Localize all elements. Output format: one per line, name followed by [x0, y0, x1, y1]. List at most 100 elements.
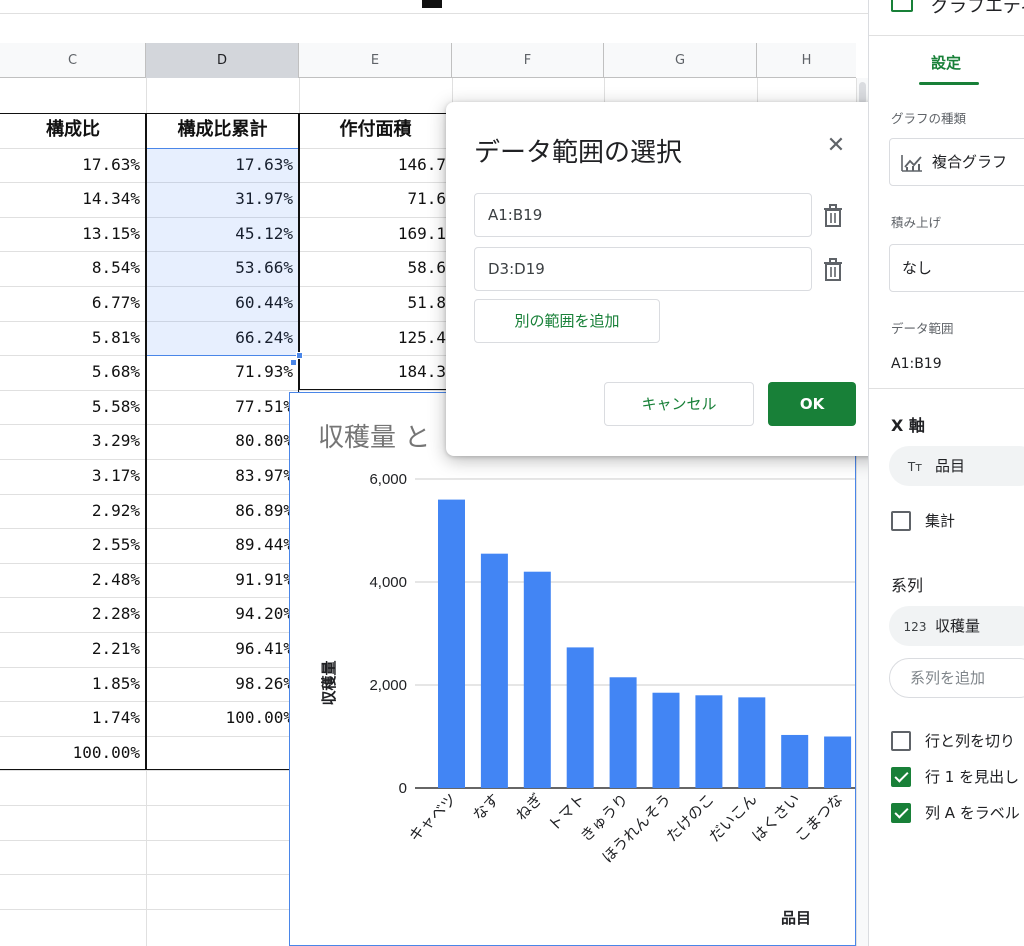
- ratio-cell[interactable]: 3.17%: [0, 459, 146, 494]
- switch-rows-cols-checkbox[interactable]: 行と列を切り: [891, 730, 1015, 754]
- cumulative-cell[interactable]: 100.00%: [146, 701, 299, 736]
- toolbar: [0, 0, 868, 14]
- table-header-cell[interactable]: 構成比: [0, 113, 146, 148]
- aggregate-checkbox-box[interactable]: [891, 510, 911, 531]
- resize-handle[interactable]: [290, 359, 297, 367]
- ratio-cell[interactable]: 3.29%: [0, 424, 146, 459]
- y-tick-label: 0: [399, 780, 407, 797]
- data-range-value[interactable]: A1:B19: [891, 356, 942, 372]
- area-cell[interactable]: 58.6: [299, 251, 452, 286]
- column-header: C D E F G H: [0, 43, 856, 78]
- ratio-cell[interactable]: 13.15%: [0, 217, 146, 252]
- cumulative-cell[interactable]: 80.80%: [146, 424, 299, 459]
- ratio-cell[interactable]: 14.34%: [0, 182, 146, 217]
- column-header-f[interactable]: F: [452, 43, 604, 78]
- close-icon[interactable]: ✕: [824, 134, 848, 158]
- cumulative-cell[interactable]: 45.12%: [146, 217, 299, 252]
- delete-range-2-icon[interactable]: [822, 258, 844, 282]
- ratio-cell[interactable]: 8.54%: [0, 251, 146, 286]
- ratio-cell[interactable]: 5.58%: [0, 390, 146, 425]
- chart-type-value: 複合グラフ: [932, 153, 1008, 171]
- range-input-1[interactable]: A1:B19: [474, 193, 812, 237]
- column-header-c[interactable]: C: [0, 43, 146, 78]
- colA-labels-box[interactable]: [891, 802, 911, 823]
- cancel-button[interactable]: キャンセル: [604, 382, 754, 426]
- chart-plot: 02,0004,0006,000キャベツ なす ねぎトマトきゅうりほうれんそうたけの…: [320, 471, 855, 927]
- column-header-d[interactable]: D: [146, 43, 299, 78]
- area-cell[interactable]: 146.7: [299, 148, 452, 183]
- ok-button[interactable]: OK: [768, 382, 856, 426]
- row1-header-box[interactable]: [891, 766, 911, 787]
- colA-labels-checkbox[interactable]: 列 A をラベル: [891, 802, 1020, 826]
- column-header-g[interactable]: G: [604, 43, 757, 78]
- ratio-cell[interactable]: 2.92%: [0, 494, 146, 529]
- ratio-cell[interactable]: 17.63%: [0, 148, 146, 183]
- y-axis-label: 収穫量: [320, 660, 338, 705]
- ratio-cell[interactable]: 2.21%: [0, 632, 146, 667]
- column-header-h[interactable]: H: [757, 43, 856, 78]
- panel-header-title: グラフエディ: [931, 0, 1024, 17]
- cumulative-cell[interactable]: 17.63%: [146, 148, 299, 183]
- bar: [824, 736, 852, 788]
- table-header-cell[interactable]: 作付面積: [299, 113, 452, 148]
- area-cell[interactable]: 184.3: [299, 355, 452, 390]
- area-cell[interactable]: 51.8: [299, 286, 452, 321]
- cumulative-cell[interactable]: 60.44%: [146, 286, 299, 321]
- series-chip[interactable]: 123 収穫量: [889, 606, 1024, 646]
- cumulative-cell[interactable]: 89.44%: [146, 528, 299, 563]
- bar: [480, 553, 508, 788]
- cumulative-cell[interactable]: 53.66%: [146, 251, 299, 286]
- chart-type-select[interactable]: 複合グラフ: [889, 138, 1024, 186]
- delete-range-1-icon[interactable]: [822, 204, 844, 228]
- stack-label: 積み上げ: [891, 215, 942, 230]
- switch-rows-cols-box[interactable]: [891, 730, 911, 751]
- cumulative-cell[interactable]: 98.26%: [146, 667, 299, 702]
- cumulative-cell[interactable]: 96.41%: [146, 632, 299, 667]
- number-type-icon: 123: [903, 620, 927, 634]
- add-range-button[interactable]: 別の範囲を追加: [474, 299, 660, 343]
- row1-header-checkbox[interactable]: 行 1 を見出し: [891, 766, 1019, 790]
- cumulative-cell[interactable]: 83.97%: [146, 459, 299, 494]
- ratio-cell[interactable]: 2.28%: [0, 597, 146, 632]
- column-header-e[interactable]: E: [299, 43, 452, 78]
- y-tick-label: 4,000: [369, 574, 407, 591]
- aggregate-label: 集計: [925, 512, 956, 530]
- ratio-cell[interactable]: 1.74%: [0, 701, 146, 736]
- table-header-cell[interactable]: 構成比累計: [146, 113, 299, 148]
- add-series-button[interactable]: 系列を追加: [889, 658, 1024, 698]
- bar: [652, 692, 680, 788]
- cumulative-cell[interactable]: 31.97%: [146, 182, 299, 217]
- bar: [738, 697, 766, 788]
- cumulative-cell[interactable]: 94.20%: [146, 597, 299, 632]
- ratio-cell[interactable]: 6.77%: [0, 286, 146, 321]
- scrollbar-thumb[interactable]: [859, 82, 866, 104]
- embedded-chart[interactable]: 収穫量 と 0 2,000 4,000 6,000 キャベツ なす ねぎ トマト きゅうり ほうれ…: [289, 392, 856, 946]
- resize-handle[interactable]: [296, 352, 303, 360]
- cumulative-cell[interactable]: 77.51%: [146, 390, 299, 425]
- cumulative-cell[interactable]: 86.89%: [146, 494, 299, 529]
- ratio-cell[interactable]: 100.00%: [0, 736, 146, 771]
- ratio-cell[interactable]: 2.48%: [0, 563, 146, 598]
- aggregate-checkbox[interactable]: 集計: [891, 510, 955, 534]
- ratio-cell[interactable]: 5.81%: [0, 321, 146, 356]
- ratio-cell[interactable]: 5.68%: [0, 355, 146, 390]
- range-input-2[interactable]: D3:D19: [474, 247, 812, 291]
- bar: [438, 499, 465, 788]
- area-cell[interactable]: 71.6: [299, 182, 452, 217]
- ratio-cell[interactable]: 2.55%: [0, 528, 146, 563]
- panel-divider: [869, 388, 1024, 389]
- tab-settings[interactable]: 設定: [931, 52, 961, 73]
- stack-select[interactable]: なし: [889, 244, 1024, 292]
- colA-labels-label: 列 A をラベル: [925, 804, 1020, 822]
- x-axis-chip[interactable]: Tт 品目: [889, 446, 1024, 486]
- chart-editor-icon: [891, 0, 913, 12]
- cumulative-cell[interactable]: 66.24%: [146, 321, 299, 356]
- x-tick-label: キャベツ: [405, 790, 460, 845]
- x-tick-label: こまつな: [791, 790, 846, 845]
- cumulative-cell[interactable]: 71.93%: [146, 355, 299, 390]
- area-cell[interactable]: 169.1: [299, 217, 452, 252]
- area-cell[interactable]: 125.4: [299, 321, 452, 356]
- toolbar-icon[interactable]: [422, 0, 442, 8]
- ratio-cell[interactable]: 1.85%: [0, 667, 146, 702]
- cumulative-cell[interactable]: 91.91%: [146, 563, 299, 598]
